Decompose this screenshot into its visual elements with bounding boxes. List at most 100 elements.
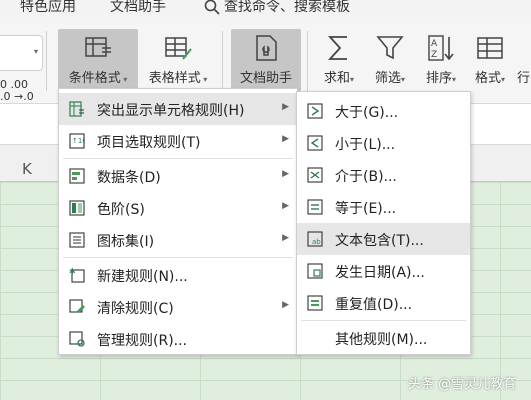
format-label: 格式 bbox=[474, 71, 501, 86]
command-search[interactable]: 查找命令、搜索模板 bbox=[204, 0, 350, 16]
menu-item-label: 清除规则(C) bbox=[97, 301, 174, 317]
tab-special-apps[interactable]: 特色应用 bbox=[20, 0, 76, 16]
highlight-rules-icon bbox=[69, 101, 84, 117]
svg-text:↑10: ↑10 bbox=[72, 137, 85, 145]
sum-button[interactable]: 求和▾ bbox=[315, 29, 363, 91]
table-style-label: 表格样式 bbox=[148, 71, 201, 86]
chevron-down-icon: ▾ bbox=[33, 47, 38, 56]
chevron-right-icon: ▶ bbox=[282, 134, 289, 144]
text-contains-icon: ab bbox=[307, 231, 323, 247]
doc-helper-button[interactable]: 文档助手 bbox=[231, 29, 301, 91]
chevron-right-icon: ▶ bbox=[282, 300, 289, 310]
chevron-right-icon: ▶ bbox=[282, 102, 289, 112]
chevron-down-icon: ▾ bbox=[401, 75, 406, 84]
submenu-item-label: 小于(L)... bbox=[335, 137, 396, 153]
svg-text:Z: Z bbox=[431, 50, 437, 60]
format-icon bbox=[477, 37, 503, 59]
ribbon-divider bbox=[222, 31, 223, 91]
menu-item-label: 管理规则(R)... bbox=[97, 333, 188, 349]
menu-item-highlight-cell-rules[interactable]: 突出显示单元格规则(H) ▶ bbox=[59, 93, 297, 125]
equal-to-icon bbox=[307, 199, 323, 215]
chevron-right-icon: ▶ bbox=[282, 169, 289, 179]
submenu-item-label: 大于(G)... bbox=[335, 105, 399, 121]
menu-item-manage-rules[interactable]: 管理规则(R)... bbox=[59, 323, 297, 355]
decimal-buttons[interactable]: 0 .00 .0 →.0 bbox=[0, 79, 34, 103]
search-icon bbox=[204, 0, 220, 15]
submenu-item-equal-to[interactable]: 等于(E)... bbox=[297, 191, 470, 223]
search-label: 查找命令、搜索模板 bbox=[224, 0, 350, 15]
conditional-format-label: 条件格式 bbox=[68, 71, 121, 86]
watermark: 头条 @雪灵儿教育 bbox=[408, 377, 517, 392]
menu-item-label: 项目选取规则(T) bbox=[97, 135, 201, 151]
highlight-rules-submenu: 大于(G)... 小于(L)... 介于(B)... 等于(E)... ab 文… bbox=[296, 91, 471, 355]
ribbon-divider bbox=[46, 31, 47, 91]
submenu-item-label: 介于(B)... bbox=[335, 169, 397, 185]
doc-helper-icon bbox=[256, 35, 277, 61]
color-scales-icon bbox=[69, 200, 85, 216]
svg-text:ab: ab bbox=[312, 238, 321, 246]
filter-button[interactable]: 筛选▾ bbox=[366, 29, 414, 91]
sort-button[interactable]: AZ 排序▾ bbox=[417, 29, 465, 91]
chevron-down-icon: ▾ bbox=[200, 75, 208, 84]
menu-item-clear-rules[interactable]: 清除规则(C) ▶ bbox=[59, 291, 297, 323]
chevron-down-icon: ▾ bbox=[501, 75, 506, 84]
menu-item-label: 色阶(S) bbox=[97, 202, 145, 218]
chevron-right-icon: ▶ bbox=[282, 201, 289, 211]
menu-item-icon-sets[interactable]: 图标集(I) ▶ bbox=[59, 224, 297, 256]
font-size-dropdown[interactable]: ▾ bbox=[0, 35, 43, 71]
menu-divider bbox=[63, 158, 293, 159]
clear-rules-icon bbox=[69, 299, 85, 313]
submenu-item-greater-than[interactable]: 大于(G)... bbox=[297, 95, 470, 127]
sum-label: 求和 bbox=[323, 71, 350, 86]
between-icon bbox=[307, 167, 323, 183]
submenu-item-other-rules[interactable]: 其他规则(M)... bbox=[297, 322, 470, 354]
menu-item-top-bottom-rules[interactable]: ↑10 项目选取规则(T) ▶ bbox=[59, 125, 297, 157]
menu-divider bbox=[63, 257, 293, 258]
table-style-button[interactable]: 表格样式 ▾ bbox=[140, 29, 216, 91]
calendar-icon bbox=[307, 263, 323, 279]
menu-item-label: 图标集(I) bbox=[97, 234, 155, 250]
submenu-item-date-occurring[interactable]: 发生日期(A)... bbox=[297, 255, 470, 287]
sort-icon: AZ bbox=[428, 35, 454, 61]
menu-item-label: 数据条(D) bbox=[97, 170, 161, 186]
conditional-format-button[interactable]: 条件格式 ▾ bbox=[58, 29, 138, 91]
column-header-k[interactable]: K bbox=[22, 160, 32, 178]
submenu-divider bbox=[301, 320, 466, 321]
row-label: 行 bbox=[516, 71, 530, 86]
submenu-item-label: 等于(E)... bbox=[335, 201, 397, 217]
sort-label: 排序 bbox=[425, 71, 452, 86]
chevron-down-icon: ▾ bbox=[452, 75, 457, 84]
svg-text:✱: ✱ bbox=[69, 267, 76, 276]
submenu-item-duplicate-values[interactable]: 重复值(D)... bbox=[297, 287, 470, 319]
conditional-format-menu: 突出显示单元格规则(H) ▶ ↑10 项目选取规则(T) ▶ 数据条(D) ▶ … bbox=[58, 88, 298, 355]
icon-sets-icon bbox=[69, 232, 85, 248]
less-than-icon bbox=[307, 135, 323, 151]
menu-item-label: 突出显示单元格规则(H) bbox=[97, 103, 245, 119]
submenu-item-less-than[interactable]: 小于(L)... bbox=[297, 127, 470, 159]
menu-item-label: 新建规则(N)... bbox=[97, 269, 188, 285]
submenu-item-label: 重复值(D)... bbox=[335, 297, 413, 313]
chevron-right-icon: ▶ bbox=[282, 233, 289, 243]
filter-icon bbox=[376, 36, 404, 60]
greater-than-icon bbox=[307, 103, 323, 119]
submenu-item-between[interactable]: 介于(B)... bbox=[297, 159, 470, 191]
tab-bar: 特色应用 文档助手 查找命令、搜索模板 bbox=[0, 0, 531, 17]
chevron-down-icon: ▾ bbox=[120, 75, 128, 84]
menu-item-data-bars[interactable]: 数据条(D) ▶ bbox=[59, 160, 297, 192]
tab-doc-helper[interactable]: 文档助手 bbox=[110, 0, 166, 16]
table-style-icon bbox=[165, 37, 192, 60]
submenu-item-label: 文本包含(T)... bbox=[335, 233, 424, 249]
ribbon-divider bbox=[307, 31, 308, 91]
menu-item-color-scales[interactable]: 色阶(S) ▶ bbox=[59, 192, 297, 224]
row-col-button[interactable]: 行 bbox=[516, 29, 531, 91]
menu-item-new-rule[interactable]: ✱ 新建规则(N)... bbox=[59, 259, 297, 291]
filter-label: 筛选 bbox=[374, 71, 401, 86]
manage-rules-icon bbox=[69, 331, 85, 347]
duplicate-values-icon bbox=[307, 295, 323, 311]
format-button[interactable]: 格式▾ bbox=[468, 29, 512, 91]
new-rule-icon: ✱ bbox=[69, 267, 85, 283]
submenu-item-text-contains[interactable]: ab 文本包含(T)... bbox=[297, 223, 470, 255]
doc-helper-label: 文档助手 bbox=[239, 71, 292, 86]
data-bars-icon bbox=[69, 168, 85, 184]
top-bottom-rules-icon: ↑10 bbox=[69, 133, 85, 149]
